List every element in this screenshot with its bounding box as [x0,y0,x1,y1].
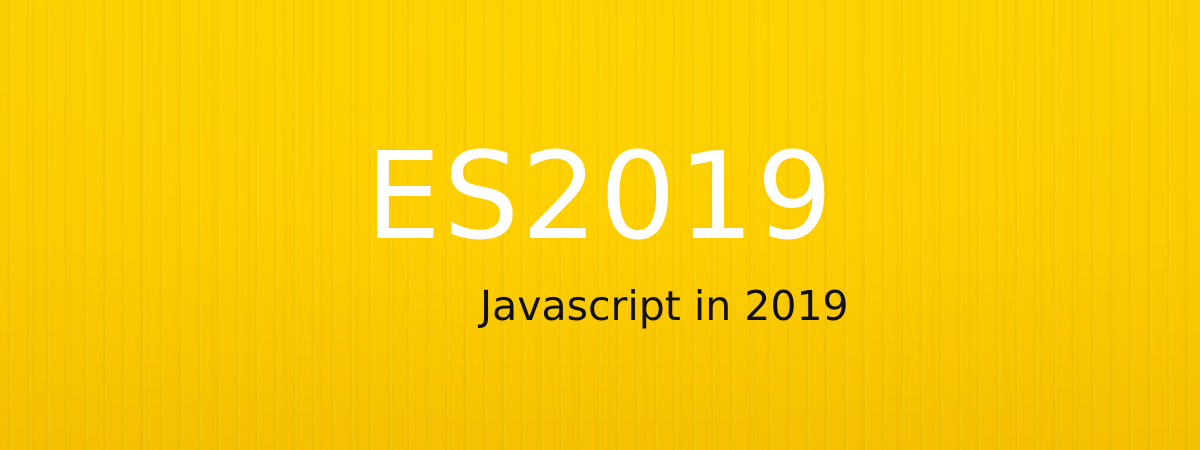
hero-banner: ES2019 Javascript in 2019 [0,0,1200,450]
banner-title: ES2019 [365,128,835,267]
banner-subtitle: Javascript in 2019 [480,282,849,330]
